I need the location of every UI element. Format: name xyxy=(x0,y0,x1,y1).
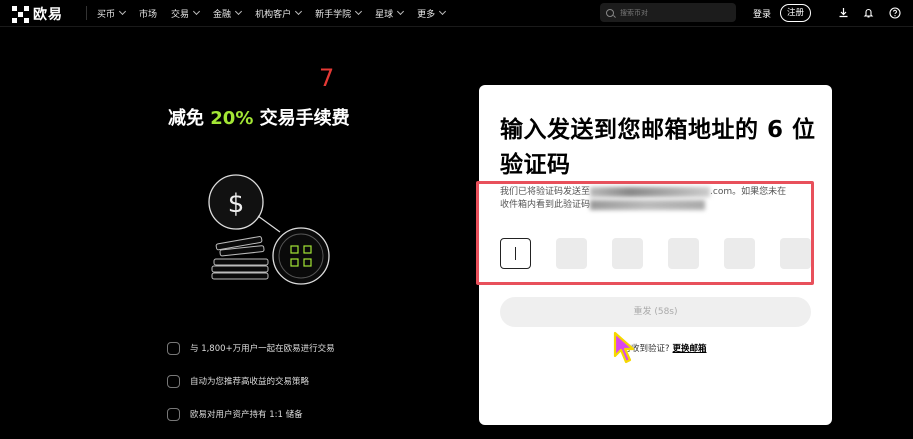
login-link[interactable]: 登录 xyxy=(753,7,771,20)
help-icon[interactable] xyxy=(888,6,901,19)
promo-title: 减免 20% 交易手续费 xyxy=(168,104,350,130)
nav-item-label: 交易 xyxy=(171,9,190,20)
nav-item[interactable]: 金融 xyxy=(213,7,243,20)
change-email-link[interactable]: 更换邮箱 xyxy=(673,344,707,354)
code-digit-1[interactable] xyxy=(500,238,531,269)
feature-text: 与 1,800+万用户一起在欧易进行交易 xyxy=(190,344,335,354)
nav-item-label: 金融 xyxy=(213,9,232,20)
search-box[interactable] xyxy=(600,3,736,22)
code-digit-3[interactable] xyxy=(612,238,643,269)
feature-text: 自动为您推荐高收益的交易策略 xyxy=(190,377,310,387)
nav-item[interactable]: 市场 xyxy=(139,7,157,20)
promo-title-suffix: 交易手续费 xyxy=(259,108,350,129)
promo-illustration: $ xyxy=(208,174,330,285)
nav-item-label: 新手学院 xyxy=(315,9,352,20)
nav-item-label: 机构客户 xyxy=(255,9,292,20)
step-number: 7 xyxy=(319,64,335,92)
signup-button[interactable]: 注册 xyxy=(780,4,812,22)
desc-text-2: .com。如果您未在 xyxy=(710,187,787,197)
main-menu: 买币 市场 交易 金融 机构客户 新手学院 星球 更多 xyxy=(97,0,447,26)
shield-icon xyxy=(167,407,180,421)
users-icon xyxy=(167,341,180,355)
logo-text: 欧易 xyxy=(33,7,63,23)
redacted-email xyxy=(590,186,711,197)
nav-item-label: 更多 xyxy=(417,9,436,20)
nav-item[interactable]: 星球 xyxy=(375,7,405,20)
desc-text-1: 我们已将验证码发送至 xyxy=(500,187,591,197)
desc-text-3: 收件箱内看到此验证码 xyxy=(500,200,591,210)
promo-title-highlight: 20% xyxy=(210,108,254,129)
nav-item-label: 星球 xyxy=(375,9,394,20)
bell-icon[interactable] xyxy=(862,6,875,19)
svg-text:$: $ xyxy=(228,189,245,219)
verification-description: 我们已将验证码发送至 .com。如果您未在 收件箱内看到此验证码 xyxy=(500,186,810,212)
nav-item-label: 市场 xyxy=(139,9,158,20)
chevron-down-icon xyxy=(235,7,243,16)
code-digit-2[interactable] xyxy=(556,238,587,269)
search-icon xyxy=(606,8,614,17)
nav-item[interactable]: 更多 xyxy=(417,7,447,20)
logo-icon xyxy=(12,5,29,23)
nav-item[interactable]: 机构客户 xyxy=(255,7,303,20)
code-input-group xyxy=(500,238,811,269)
top-nav: 欧易 买币 市场 交易 金融 机构客户 新手学院 星球 更多 登录 注册 xyxy=(0,0,913,27)
nav-item[interactable]: 交易 xyxy=(171,7,201,20)
verification-title: 输入发送到您邮箱地址的 6 位验证码 xyxy=(500,117,816,178)
nav-item-label: 买币 xyxy=(97,9,116,20)
strategy-icon xyxy=(167,374,180,388)
redacted-text xyxy=(590,199,706,210)
promo-title-prefix: 减免 xyxy=(168,108,204,129)
nav-item[interactable]: 新手学院 xyxy=(315,7,363,20)
resend-button[interactable]: 重发 (58s) xyxy=(500,297,811,327)
chevron-down-icon xyxy=(355,7,363,16)
feature-list: 与 1,800+万用户一起在欧易进行交易 自动为您推荐高收益的交易策略 欧易对用… xyxy=(167,340,335,439)
chevron-down-icon xyxy=(397,7,405,16)
mouse-cursor-icon xyxy=(613,331,635,364)
chevron-down-icon xyxy=(118,7,127,16)
chevron-down-icon xyxy=(295,7,303,16)
code-digit-5[interactable] xyxy=(724,238,755,269)
feature-text: 欧易对用户资产持有 1:1 储备 xyxy=(190,410,303,420)
feature-item: 与 1,800+万用户一起在欧易进行交易 xyxy=(167,340,335,356)
search-input[interactable] xyxy=(618,7,732,18)
download-icon[interactable] xyxy=(837,6,850,19)
feature-item: 欧易对用户资产持有 1:1 储备 xyxy=(167,406,335,422)
code-digit-6[interactable] xyxy=(780,238,811,269)
feature-item: 自动为您推荐高收益的交易策略 xyxy=(167,373,335,389)
chevron-down-icon xyxy=(193,7,201,16)
code-digit-4[interactable] xyxy=(668,238,699,269)
nav-divider xyxy=(86,6,87,20)
logo[interactable]: 欧易 xyxy=(12,4,63,24)
chevron-down-icon xyxy=(439,7,447,16)
nav-item[interactable]: 买币 xyxy=(97,7,127,20)
